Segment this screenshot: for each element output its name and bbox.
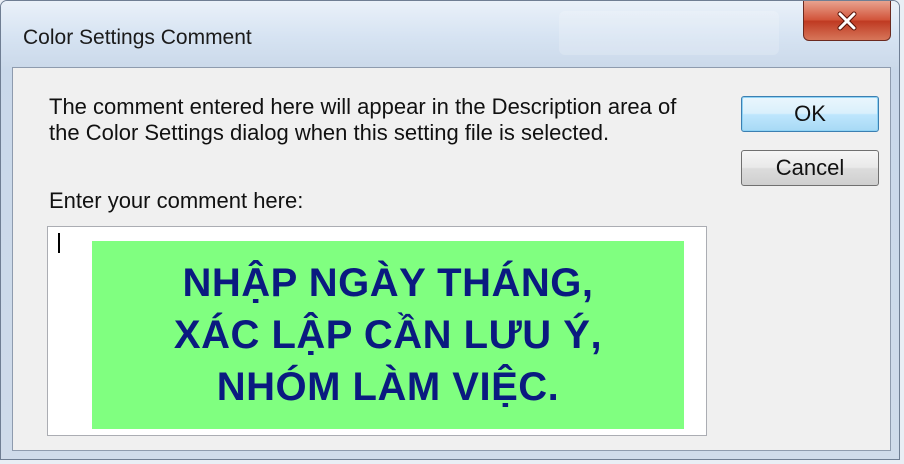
overlay-banner: NHẬP NGÀY THÁNG, XÁC LẬP CẦN LƯU Ý, NHÓM… (92, 241, 684, 429)
cancel-button[interactable]: Cancel (741, 150, 879, 186)
banner-line-1: NHẬP NGÀY THÁNG, (182, 261, 594, 305)
close-icon (837, 11, 857, 30)
description-text: The comment entered here will appear in … (49, 94, 677, 145)
ok-button[interactable]: OK (741, 96, 879, 132)
title-bar[interactable]: Color Settings Comment (1, 1, 899, 67)
dialog-body: The comment entered here will appear in … (12, 67, 891, 451)
comment-prompt-label: Enter your comment here: (49, 188, 304, 213)
banner-line-3: NHÓM LÀM VIỆC. (216, 365, 560, 409)
banner-line-2: XÁC LẬP CẦN LƯU Ý, (173, 313, 603, 357)
comment-textarea[interactable]: NHẬP NGÀY THÁNG, XÁC LẬP CẦN LƯU Ý, NHÓM… (47, 226, 707, 436)
close-button[interactable] (803, 1, 891, 41)
text-caret (58, 233, 60, 253)
dialog-window: Color Settings Comment The comment enter… (0, 0, 900, 460)
window-title: Color Settings Comment (23, 26, 252, 49)
title-bar-reflection (559, 11, 779, 55)
